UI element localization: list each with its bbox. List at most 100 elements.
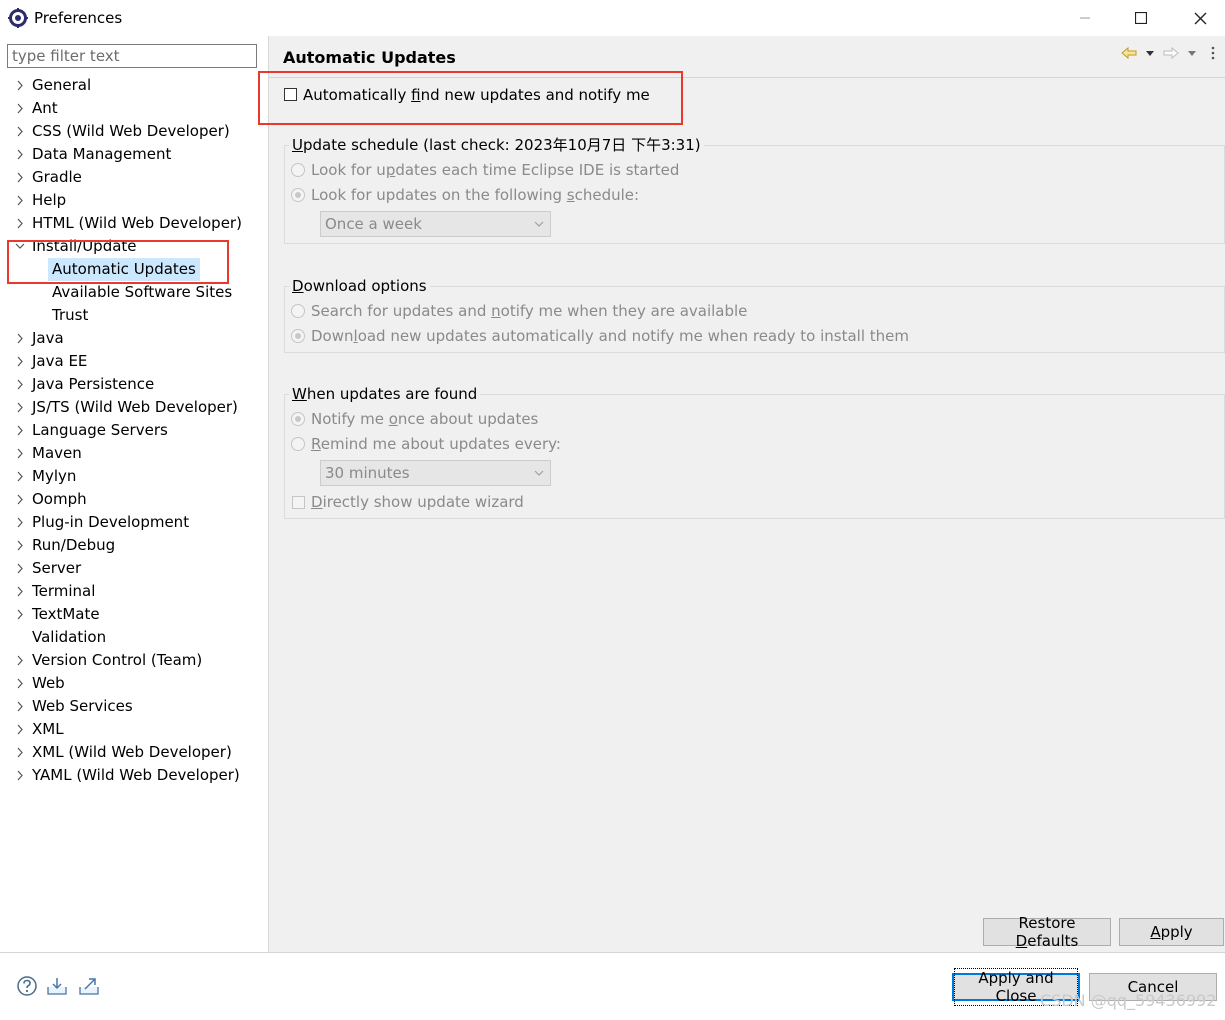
chevron-right-icon[interactable] [14,764,26,787]
restore-defaults-button[interactable]: Restore Defaults [983,914,1111,950]
chevron-right-icon[interactable] [14,442,26,465]
tree-item[interactable]: Trust [0,304,268,327]
startup-radio-label[interactable]: Look for updates each time Eclipse IDE i… [311,161,679,179]
notify-available-radio-label[interactable]: Search for updates and notify me when th… [311,302,747,320]
tree-item-label: JS/TS (Wild Web Developer) [32,398,238,416]
chevron-right-icon[interactable] [14,534,26,557]
tree-item[interactable]: XML [0,718,268,741]
close-icon [1194,12,1206,24]
remind-interval-select[interactable]: 30 minutes [320,460,551,486]
tree-item[interactable]: Java Persistence [0,373,268,396]
tree-item-label: Java Persistence [32,375,155,393]
tree-item-label: Ant [32,99,58,117]
chevron-right-icon[interactable] [14,718,26,741]
chevron-right-icon[interactable] [14,350,26,373]
help-icon[interactable] [16,975,38,997]
tree-item-label: Available Software Sites [52,283,233,301]
filter-input[interactable] [7,44,257,68]
tree-item[interactable]: Version Control (Team) [0,649,268,672]
chevron-right-icon[interactable] [14,189,26,212]
chevron-right-icon[interactable] [14,672,26,695]
chevron-right-icon[interactable] [14,143,26,166]
chevron-right-icon[interactable] [14,419,26,442]
minimize-button[interactable] [1062,0,1108,36]
tree-item[interactable]: Validation [0,626,268,649]
tree-item[interactable]: Java [0,327,268,350]
tree-item[interactable]: CSS (Wild Web Developer) [0,120,268,143]
tree-item[interactable]: Terminal [0,580,268,603]
tree-item[interactable]: Maven [0,442,268,465]
tree-item[interactable]: Language Servers [0,419,268,442]
schedule-radio[interactable] [291,188,305,202]
chevron-right-icon[interactable] [14,511,26,534]
tree-item-label: CSS (Wild Web Developer) [32,122,230,140]
tree-item[interactable]: TextMate [0,603,268,626]
frequency-select[interactable]: Once a week [320,211,551,237]
show-wizard-checkbox[interactable] [292,496,305,509]
chevron-right-icon[interactable] [14,465,26,488]
tree-item[interactable]: Gradle [0,166,268,189]
chevron-right-icon[interactable] [14,396,26,419]
remind-radio-label[interactable]: Remind me about updates every: [311,435,561,453]
tree-item[interactable]: Web [0,672,268,695]
highlight-auto-find [258,71,683,125]
tree-item[interactable]: Mylyn [0,465,268,488]
chevron-right-icon[interactable] [14,166,26,189]
page-title: Automatic Updates [283,48,456,67]
maximize-button[interactable] [1118,0,1164,36]
tree-item[interactable]: JS/TS (Wild Web Developer) [0,396,268,419]
chevron-right-icon[interactable] [14,649,26,672]
tree-item[interactable]: Data Management [0,143,268,166]
apply-button[interactable]: Apply [1119,918,1224,946]
remind-interval-value: 30 minutes [325,464,410,482]
notify-available-radio[interactable] [291,304,305,318]
chevron-right-icon[interactable] [14,327,26,350]
notify-once-radio[interactable] [291,412,305,426]
back-menu-chevron-down-icon[interactable] [1144,45,1160,61]
tree-item[interactable]: Web Services [0,695,268,718]
watermark: CSDN @qq_59436992 [1040,991,1217,1010]
tree-item-label: TextMate [32,605,100,623]
chevron-right-icon[interactable] [14,488,26,511]
chevron-right-icon[interactable] [14,557,26,580]
forward-icon[interactable] [1163,45,1179,61]
tree-item[interactable]: General [0,74,268,97]
back-icon[interactable] [1121,45,1137,61]
close-button[interactable] [1177,0,1223,36]
view-menu-icon[interactable] [1209,45,1217,61]
tree-item[interactable]: Ant [0,97,268,120]
tree-item[interactable]: Oomph [0,488,268,511]
tree-item[interactable]: Server [0,557,268,580]
forward-menu-chevron-down-icon[interactable] [1186,45,1202,61]
window-title: Preferences [34,9,123,27]
tree-item-label: Java EE [32,352,88,370]
tree-item[interactable]: Run/Debug [0,534,268,557]
chevron-right-icon[interactable] [14,74,26,97]
remind-radio[interactable] [291,437,305,451]
tree-item[interactable]: Available Software Sites [0,281,268,304]
tree-item[interactable]: HTML (Wild Web Developer) [0,212,268,235]
tree-item[interactable]: YAML (Wild Web Developer) [0,764,268,787]
auto-download-radio[interactable] [291,329,305,343]
tree-item[interactable]: Plug-in Development [0,511,268,534]
auto-download-radio-label[interactable]: Download new updates automatically and n… [311,327,909,345]
chevron-right-icon[interactable] [14,373,26,396]
update-schedule-legend: Update schedule (last check: 2023年10月7日 … [289,136,704,154]
tree-item[interactable]: XML (Wild Web Developer) [0,741,268,764]
schedule-radio-label[interactable]: Look for updates on the following schedu… [311,186,639,204]
notify-once-radio-label[interactable]: Notify me once about updates [311,410,538,428]
chevron-right-icon[interactable] [14,695,26,718]
tree-item[interactable]: Help [0,189,268,212]
chevron-right-icon[interactable] [14,603,26,626]
chevron-right-icon[interactable] [14,212,26,235]
show-wizard-label[interactable]: Directly show update wizard [311,493,524,511]
footer-separator [0,952,1225,953]
export-icon[interactable] [78,975,100,997]
chevron-right-icon[interactable] [14,97,26,120]
chevron-right-icon[interactable] [14,741,26,764]
chevron-right-icon[interactable] [14,120,26,143]
chevron-right-icon[interactable] [14,580,26,603]
tree-item[interactable]: Java EE [0,350,268,373]
startup-radio[interactable] [291,163,305,177]
import-icon[interactable] [46,975,68,997]
